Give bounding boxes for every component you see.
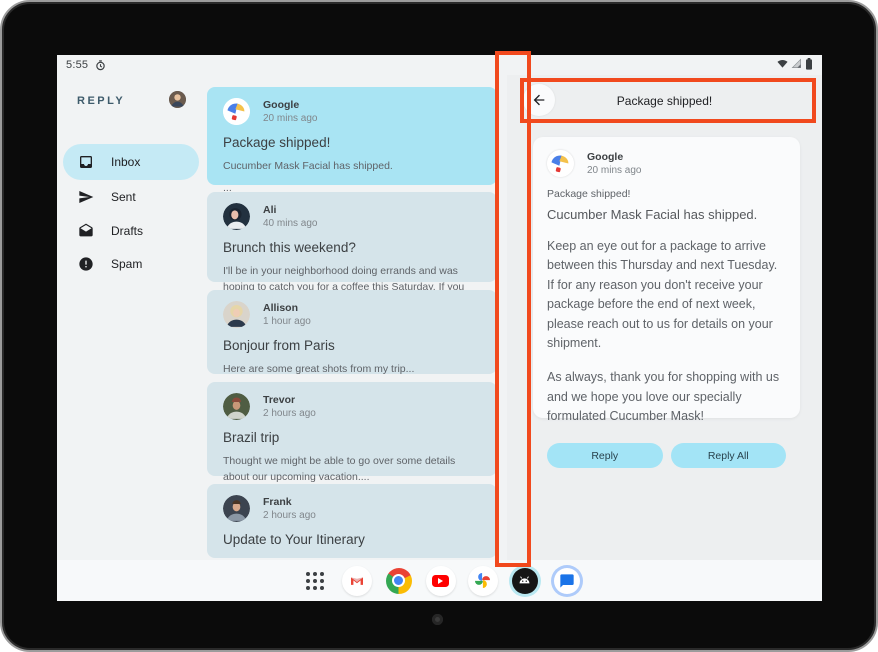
messages-icon[interactable]: [554, 568, 580, 594]
email-time: 1 hour ago: [263, 316, 311, 327]
email-subject: Bonjour from Paris: [223, 338, 481, 353]
status-time: 5:55: [66, 59, 88, 71]
google-avatar-icon: [223, 98, 250, 125]
email-preview: Here are some great shots from my trip..…: [223, 361, 481, 377]
account-avatar[interactable]: [169, 91, 186, 108]
battery-icon: [805, 58, 813, 73]
email-list-item-ali[interactable]: Ali 40 mins ago Brunch this weekend? I'l…: [207, 192, 497, 282]
sidebar-item-label: Drafts: [111, 224, 143, 238]
status-icons: [777, 58, 813, 73]
ali-avatar: [223, 203, 250, 230]
reply-button[interactable]: Reply: [547, 443, 663, 468]
detail-body-paragraph-1: Keep an eye out for a package to arrive …: [547, 237, 786, 353]
email-list-item-allison[interactable]: Allison 1 hour ago Bonjour from Paris He…: [207, 290, 497, 374]
detail-subject: Package shipped!: [547, 188, 786, 200]
sidebar-item-inbox[interactable]: Inbox: [63, 144, 199, 180]
sender-name: Google: [263, 99, 317, 111]
sidebar-item-spam[interactable]: Spam: [63, 246, 199, 282]
sidebar-item-label: Spam: [111, 257, 142, 271]
email-time: 40 mins ago: [263, 218, 317, 229]
detail-sender-name: Google: [587, 151, 641, 163]
sidebar-item-label: Inbox: [111, 155, 140, 169]
send-icon: [78, 189, 94, 205]
reply-all-button[interactable]: Reply All: [671, 443, 787, 468]
email-subject: Update to Your Itinerary: [223, 532, 481, 547]
dock: [57, 560, 822, 601]
sidebar-item-label: Sent: [111, 190, 136, 204]
email-preview: Cucumber Mask Facial has shipped.: [223, 158, 481, 174]
detail-lead: Cucumber Mask Facial has shipped.: [547, 207, 786, 222]
allison-avatar: [223, 301, 250, 328]
clock-icon: [95, 60, 106, 71]
email-time: 2 hours ago: [263, 510, 316, 521]
sender-name: Ali: [263, 204, 317, 216]
detail-email-time: 20 mins ago: [587, 165, 641, 176]
sender-name: Allison: [263, 302, 311, 314]
tablet-screen: 5:55 REPLY Inbox: [57, 55, 822, 601]
email-list-item-frank[interactable]: Frank 2 hours ago Update to Your Itinera…: [207, 484, 497, 558]
drafts-icon: [78, 223, 94, 239]
photos-icon[interactable]: [468, 566, 498, 596]
sender-name: Frank: [263, 496, 316, 508]
email-time: 20 mins ago: [263, 113, 317, 124]
status-bar: 5:55: [57, 55, 822, 75]
email-subject: Brunch this weekend?: [223, 240, 481, 255]
app-title: REPLY: [77, 95, 125, 107]
sidebar-item-drafts[interactable]: Drafts: [63, 213, 199, 249]
trevor-avatar: [223, 393, 250, 420]
detail-body-paragraph-2: As always, thank you for shopping with u…: [547, 368, 786, 426]
sidebar: REPLY Inbox Sent Drafts: [57, 75, 207, 560]
email-subject: Brazil trip: [223, 430, 481, 445]
sender-name: Trevor: [263, 394, 316, 406]
frank-avatar: [223, 495, 250, 522]
screenshot-stage: 5:55 REPLY Inbox: [0, 0, 878, 652]
email-time: 2 hours ago: [263, 408, 316, 419]
front-camera: [432, 614, 443, 625]
youtube-icon[interactable]: [426, 566, 456, 596]
google-avatar-icon: [547, 150, 574, 177]
email-detail-card: Google 20 mins ago Package shipped! Cucu…: [533, 137, 800, 418]
detail-title: Package shipped!: [507, 94, 822, 108]
inbox-icon: [78, 154, 94, 170]
chrome-icon[interactable]: [384, 566, 414, 596]
spam-icon: [78, 256, 94, 272]
wifi-icon: [777, 58, 788, 72]
email-list-item-google[interactable]: Google 20 mins ago Package shipped! Cucu…: [207, 87, 497, 185]
email-list-item-trevor[interactable]: Trevor 2 hours ago Brazil trip Thought w…: [207, 382, 497, 476]
app-grid-icon[interactable]: [300, 566, 330, 596]
gmail-icon[interactable]: [342, 566, 372, 596]
reply-app-icon[interactable]: [512, 568, 538, 594]
signal-icon: [791, 58, 802, 72]
email-subject: Package shipped!: [223, 135, 481, 150]
sidebar-item-sent[interactable]: Sent: [63, 179, 199, 215]
email-preview: Thought we might be able to go over some…: [223, 453, 481, 486]
email-detail-pane: Package shipped! Google 20 mins ago Pack…: [507, 75, 822, 560]
